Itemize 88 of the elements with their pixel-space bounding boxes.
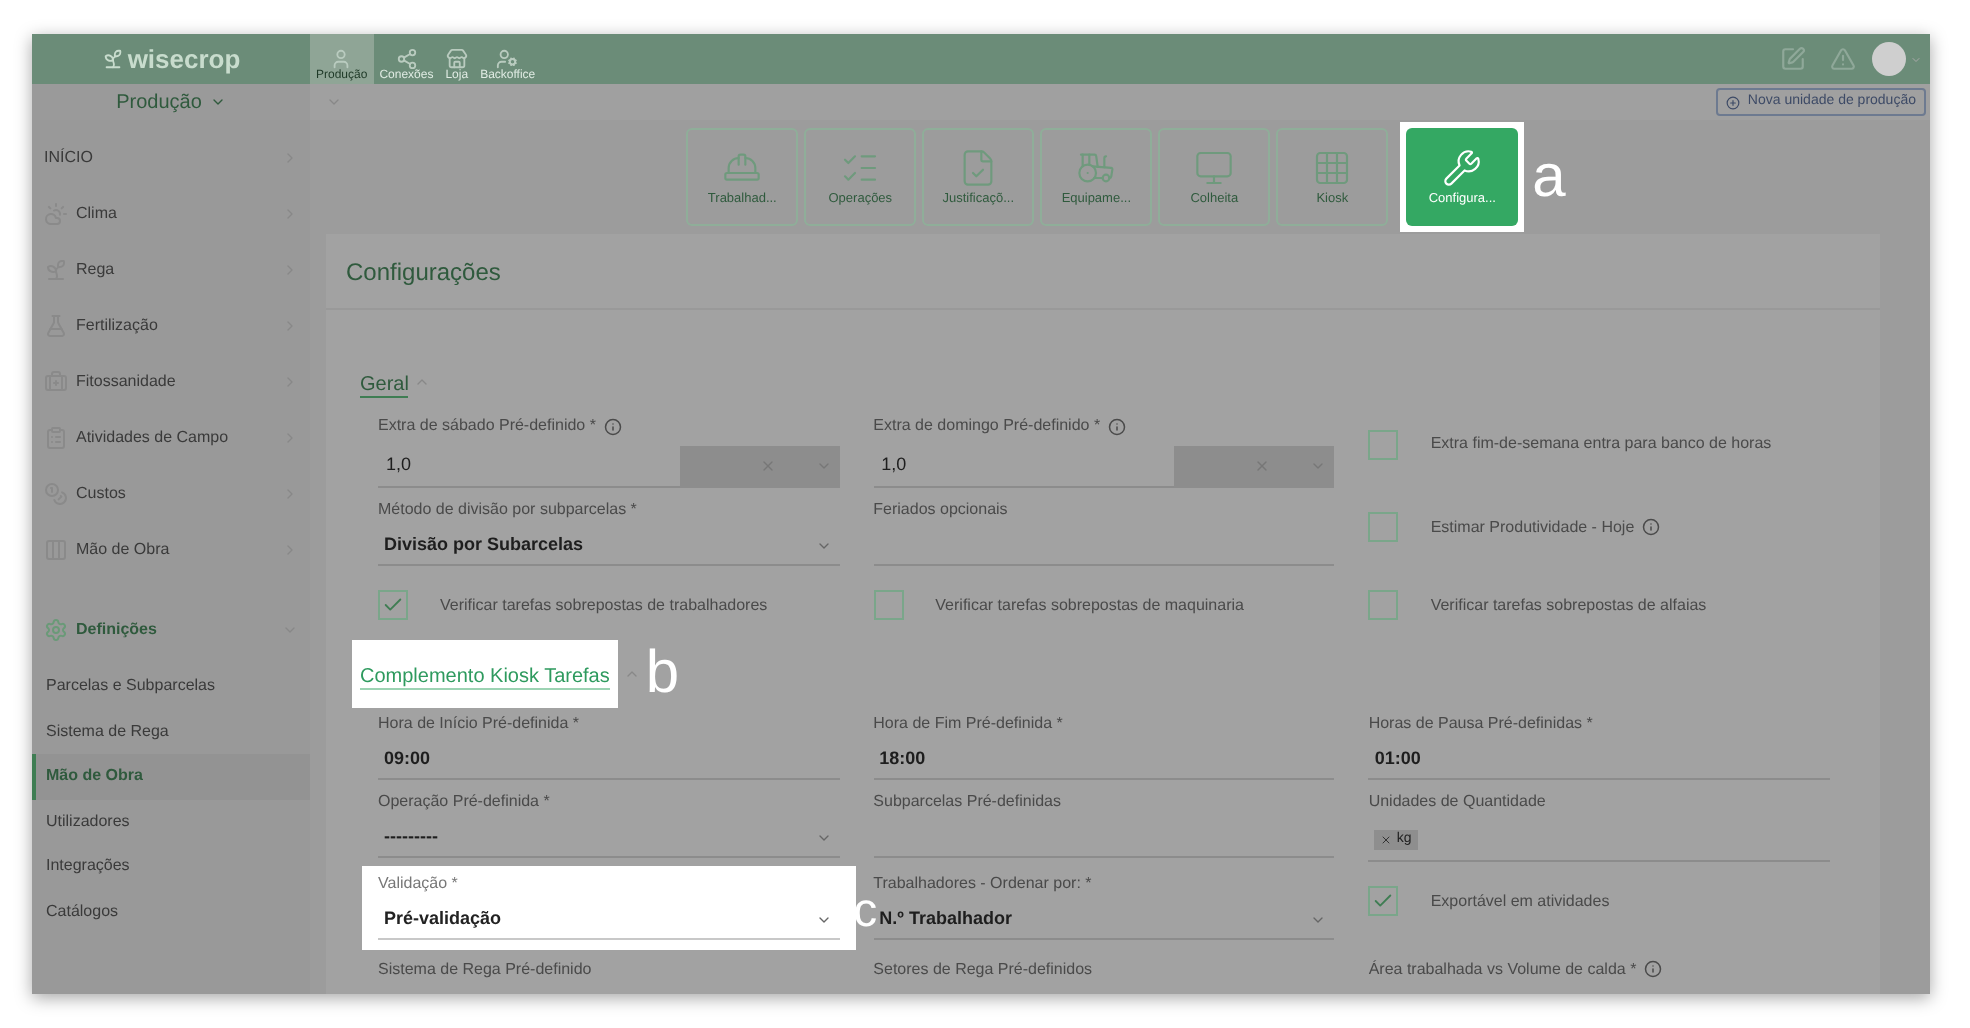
check-icon (382, 594, 404, 616)
logo-text: wisecrop (127, 41, 241, 78)
remove-icon[interactable] (1380, 834, 1393, 846)
sidebar-item[interactable]: Definições (32, 594, 310, 664)
avatar[interactable] (1872, 42, 1906, 76)
nav-icon (395, 48, 418, 70)
input-field[interactable]: 01:00 (1368, 743, 1830, 779)
caret-icon (209, 94, 226, 110)
sidebar-item[interactable]: Atividades de Campo (32, 410, 310, 466)
nav-icon (445, 48, 468, 70)
info-icon (1108, 417, 1127, 435)
select-field[interactable]: --------- (378, 821, 840, 857)
sidebar-subitem[interactable]: Mão de Obra (32, 754, 310, 799)
card-title: Configurações (346, 255, 501, 289)
unit-select[interactable] (1174, 446, 1335, 487)
number-field[interactable]: 1,0 (378, 446, 680, 487)
input-field[interactable]: 09:00 (378, 743, 840, 779)
edit-icon[interactable] (1780, 46, 1806, 72)
check-icon (1372, 890, 1395, 912)
checkbox[interactable] (1368, 886, 1399, 916)
field-label: Operação Pré-definida * (378, 789, 550, 813)
field-label: Método de divisão por subparcelas * (378, 497, 637, 521)
field-label: Hora de Início Pré-definida * (378, 711, 579, 735)
field-label: Horas de Pausa Pré-definidas * (1368, 711, 1593, 735)
field-label: Feriados opcionais (873, 497, 1008, 521)
nav-icon (496, 48, 519, 70)
caret-icon[interactable] (326, 94, 342, 110)
field-label: Setores de Rega Pré-definidos (873, 957, 1093, 981)
checkbox-label: Exportável em atividades (1430, 889, 1610, 913)
nav-icon (330, 48, 353, 70)
sidebar-subitem[interactable]: Catálogos (32, 889, 310, 934)
field-label: Área trabalhada vs Volume de calda * (1368, 957, 1637, 981)
section-header[interactable]: Complemento Kiosk Tarefas (352, 639, 618, 707)
field-label: Hora de Fim Pré-definida * (873, 711, 1063, 735)
callout-letter: b (645, 643, 680, 703)
section-header[interactable]: Geral (360, 354, 409, 410)
info-icon (1642, 518, 1661, 536)
sidebar-subitem[interactable]: Utilizadores (32, 799, 310, 844)
logo-icon (101, 48, 124, 70)
caret-icon (1910, 53, 1922, 65)
checkbox-label: Estimar Produtividade - Hoje (1430, 515, 1635, 539)
checkbox-label: Verificar tarefas sobrepostas de maquinaria (935, 593, 1244, 617)
field-label: Extra de sábado Pré-definido * (378, 414, 596, 438)
checkbox[interactable] (1368, 429, 1399, 459)
production-selector[interactable]: Produção (32, 84, 310, 120)
callout-letter: c (853, 883, 878, 937)
caret-icon (815, 830, 832, 846)
select-field[interactable]: N.º Trabalhador (873, 903, 1335, 939)
field-label: Unidades de Quantidade (1368, 789, 1546, 813)
checkbox-label: Verificar tarefas sobrepostas de trabalhadores (440, 593, 768, 617)
caret-icon (1310, 912, 1327, 928)
field-label: Validação * (378, 871, 458, 895)
checkbox-label: Verificar tarefas sobrepostas de alfaias (1430, 593, 1707, 617)
sidebar-item[interactable]: Fertilização (32, 298, 310, 354)
gear-icon (44, 617, 68, 641)
monitor-icon (1194, 147, 1235, 188)
field-label: Trabalhadores - Ordenar por: * (873, 871, 1092, 895)
unit-select[interactable] (679, 446, 840, 487)
wrench-icon (1442, 147, 1483, 188)
sidebar-item[interactable]: Clima (32, 186, 310, 242)
checkbox[interactable] (378, 590, 408, 620)
info-icon (603, 417, 622, 435)
sidebar-item[interactable]: Fitossanidade (32, 354, 310, 410)
checkbox-label: Extra fim-de-semana entra para banco de horas (1430, 432, 1772, 456)
alert-icon[interactable] (1830, 46, 1856, 72)
field-label: Sistema de Rega Pré-definido (378, 957, 592, 981)
checkbox[interactable] (1368, 512, 1399, 542)
sidebar-item[interactable]: Custos (32, 466, 310, 522)
chevron-icon[interactable] (414, 374, 431, 390)
field-label: Extra de domingo Pré-definido * (873, 414, 1101, 438)
sidebar-subitem[interactable]: Integrações (32, 844, 310, 889)
callout-letter: a (1530, 147, 1568, 207)
sidebar-item[interactable]: Mão de Obra (32, 522, 310, 578)
checkbox[interactable] (1368, 590, 1399, 620)
sidebar-subitem[interactable]: Parcelas e Subparcelas (32, 664, 310, 709)
grid-icon (1312, 147, 1353, 188)
caret-icon (815, 912, 832, 928)
sidebar-subitem[interactable]: Sistema de Rega (32, 709, 310, 754)
sidebar-item[interactable]: INÍCIO (32, 130, 310, 186)
select-field[interactable]: Divisão por Subarcelas (378, 529, 840, 565)
sidebar-item[interactable]: Rega (32, 242, 310, 298)
caret-icon (815, 538, 832, 554)
select-field[interactable]: Pré-validação (378, 903, 840, 939)
info-icon (1644, 960, 1663, 978)
plus-icon (1725, 95, 1740, 109)
field-label: Subparcelas Pré-definidas (873, 789, 1061, 813)
checkbox[interactable] (873, 590, 904, 620)
input-field[interactable]: 18:00 (873, 743, 1335, 779)
